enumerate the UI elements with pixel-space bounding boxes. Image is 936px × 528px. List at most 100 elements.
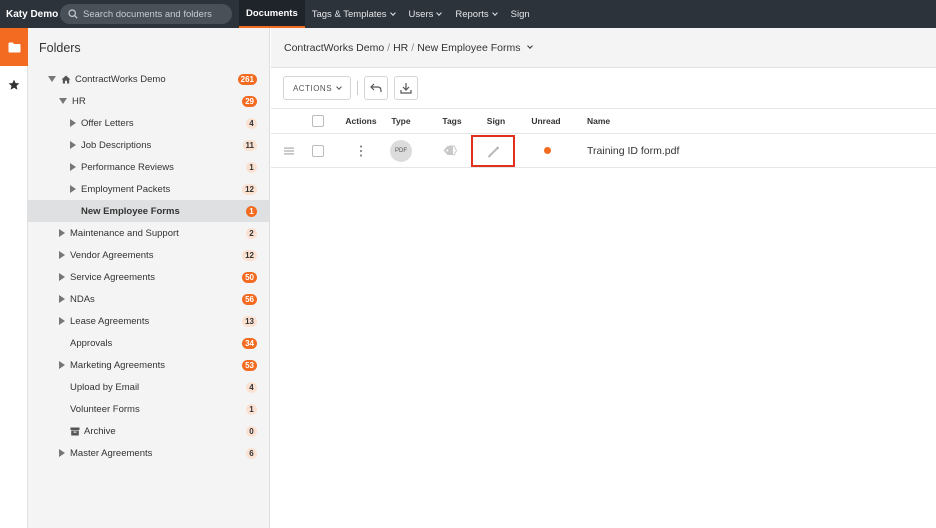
expand-right-icon[interactable] [59,295,65,303]
folder-item[interactable]: Marketing Agreements 53 [28,354,269,376]
expand-right-icon[interactable] [70,119,76,127]
folder-item-label: Service Agreements [70,271,156,283]
folder-count-badge: 12 [242,249,257,261]
expand-right-icon[interactable] [59,449,65,457]
row-actions-menu[interactable] [351,134,371,167]
archive-icon [70,427,80,435]
folder-item[interactable]: Lease Agreements 13 [28,310,269,332]
folder-count-badge: 53 [242,359,257,371]
folder-count-badge: 1 [246,205,257,217]
expand-right-icon[interactable] [70,141,76,149]
breadcrumb-separator: / [387,41,391,54]
col-name[interactable]: Name [587,109,647,133]
nav-sign[interactable]: Sign [504,0,537,28]
undo-button[interactable] [364,76,388,100]
folder-item[interactable]: HR 29 [28,90,269,112]
star-icon [8,79,20,90]
unread-indicator [543,147,551,154]
folder-item[interactable]: NDAs 56 [28,288,269,310]
pdf-file-icon: PDF [390,139,412,162]
breadcrumb-item-root[interactable]: ContractWorks Demo [284,42,384,54]
rail-folders-button[interactable] [0,28,28,66]
folder-item-label: Vendor Agreements [70,249,154,261]
col-unread[interactable]: Unread [524,109,568,133]
folder-item-label: ContractWorks Demo [75,73,166,85]
sign-cell [471,134,515,167]
search-box[interactable] [60,4,232,24]
expand-down-icon[interactable] [48,76,56,82]
col-actions[interactable]: Actions [341,109,381,133]
folder-item[interactable]: New Employee Forms 1 [28,200,269,222]
folder-item[interactable]: Archive 0 [28,420,269,442]
folder-item-label: Archive [84,425,116,437]
expand-right-icon[interactable] [59,229,65,237]
rail-favorites-button[interactable] [0,66,28,104]
folder-count-badge: 4 [246,117,257,129]
breadcrumb-item-hr[interactable]: HR [393,42,408,54]
folder-count-badge: 50 [242,271,257,283]
folder-count-badge: 13 [242,315,257,327]
folder-item[interactable]: Performance Reviews 1 [28,156,269,178]
folder-item-label: Master Agreements [70,447,153,459]
row-checkbox[interactable] [312,144,324,157]
nav-documents[interactable]: Documents [239,0,305,28]
folder-item[interactable]: Approvals 34 [28,332,269,354]
expand-down-icon[interactable] [59,98,67,104]
expand-right-icon[interactable] [59,273,65,281]
breadcrumb: ContractWorks Demo / HR / New Employee F… [271,28,936,68]
left-rail [0,28,28,528]
folder-item-label: Maintenance and Support [70,227,179,239]
more-vertical-icon [359,144,363,157]
account-name[interactable]: Katy Demo [0,9,58,20]
nav-tags-templates[interactable]: Tags & Templates [305,0,402,28]
folder-item[interactable]: Job Descriptions 11 [28,134,269,156]
col-tags[interactable]: Tags [432,109,472,133]
nav-reports[interactable]: Reports [448,0,503,28]
folder-item[interactable]: Maintenance and Support 2 [28,222,269,244]
folder-count-badge: 11 [242,139,257,151]
expand-right-icon[interactable] [59,361,65,369]
folder-item[interactable]: Offer Letters 4 [28,112,269,134]
chevron-down-icon [389,9,396,16]
document-name-link[interactable]: Training ID form.pdf [587,134,787,167]
folder-item[interactable]: Vendor Agreements 12 [28,244,269,266]
folder-item[interactable]: Service Agreements 50 [28,266,269,288]
breadcrumb-item-current[interactable]: New Employee Forms [417,42,520,54]
folder-count-badge: 1 [246,161,257,173]
nav-users[interactable]: Users [402,0,449,28]
tags-cell[interactable] [440,134,460,167]
folder-item-label: Upload by Email [70,381,140,393]
folder-icon [8,42,20,52]
select-all-checkbox[interactable] [312,115,324,127]
expand-right-icon[interactable] [59,317,65,325]
actions-button[interactable]: ACTIONS [283,76,351,100]
folder-item[interactable]: Volunteer Forms 1 [28,398,269,420]
tag-icon [443,145,457,156]
expand-right-icon[interactable] [59,251,65,259]
expand-right-icon[interactable] [70,185,76,193]
folder-count-badge: 6 [246,447,257,459]
folder-item-label: Marketing Agreements [70,359,166,371]
top-navigation-bar: Katy Demo Documents Tags & Templates Use… [0,0,936,28]
folder-item[interactable]: Master Agreements 6 [28,442,269,464]
drag-handle-icon [284,147,294,154]
expand-right-icon[interactable] [70,163,76,171]
folder-item[interactable]: Employment Packets 12 [28,178,269,200]
col-type[interactable]: Type [383,109,419,133]
folder-item-label: New Employee Forms [81,205,180,217]
chevron-down-icon[interactable] [527,43,534,49]
home-icon [61,75,71,83]
folder-item[interactable]: Upload by Email 4 [28,376,269,398]
folder-count-badge: 2 [246,227,257,239]
folder-item[interactable]: ContractWorks Demo 261 [28,68,269,90]
col-sign[interactable]: Sign [476,109,516,133]
download-button[interactable] [394,76,418,100]
pen-icon [488,146,499,157]
folder-count-badge: 0 [246,425,257,437]
table-row[interactable]: PDF Training ID form.pdf [271,134,936,168]
unread-cell [541,134,553,167]
undo-icon [370,83,382,92]
drag-handle[interactable] [281,134,297,167]
search-input[interactable] [83,8,223,20]
sign-button[interactable] [471,134,515,167]
